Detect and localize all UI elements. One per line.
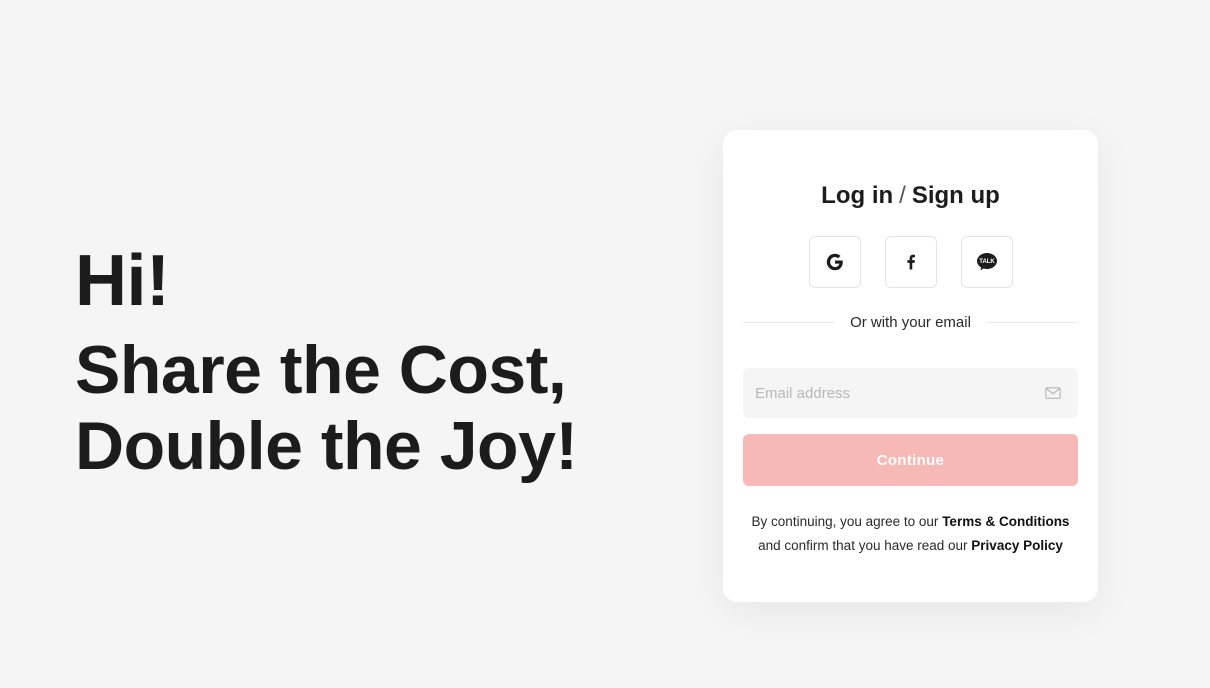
divider-line-left [743, 322, 835, 323]
email-divider: Or with your email [743, 314, 1078, 331]
terms-link[interactable]: Terms & Conditions [942, 514, 1069, 529]
kakaotalk-icon-text: TALK [979, 259, 995, 265]
kakaotalk-login-button[interactable]: TALK [960, 236, 1013, 288]
title-separator: / [899, 182, 906, 209]
legal-prefix: By continuing, you agree to our [751, 514, 939, 529]
mail-icon [1045, 387, 1061, 399]
hero-slogan: Share the Cost, Double the Joy! [75, 332, 675, 484]
card-title: Log in / Sign up [723, 182, 1098, 210]
google-login-button[interactable] [808, 236, 861, 288]
hero-section: Hi! Share the Cost, Double the Joy! [75, 238, 675, 484]
divider-text: Or with your email [850, 314, 971, 331]
google-icon [826, 253, 843, 271]
kakaotalk-icon: TALK [976, 253, 997, 271]
login-title: Log in [821, 182, 894, 209]
facebook-icon [906, 254, 915, 270]
continue-button[interactable]: Continue [743, 434, 1078, 486]
hero-slogan-line2: Double the Joy! [75, 408, 578, 484]
hero-greeting: Hi! [75, 241, 170, 321]
legal-line-1: By continuing, you agree to our Terms & … [723, 510, 1098, 534]
page: Hi! Share the Cost, Double the Joy! Log … [0, 0, 1210, 688]
legal-middle: and confirm that you have read our [758, 538, 968, 553]
divider-line-right [986, 322, 1078, 323]
legal-notice: By continuing, you agree to our Terms & … [723, 510, 1098, 558]
auth-card: Log in / Sign up TALK Or with your email… [723, 130, 1098, 602]
signup-title: Sign up [911, 182, 1000, 209]
legal-line-2: and confirm that you have read our Priva… [723, 534, 1098, 558]
email-field-wrapper [743, 368, 1078, 418]
email-input[interactable] [743, 368, 1078, 418]
privacy-link[interactable]: Privacy Policy [971, 538, 1063, 553]
hero-slogan-line1: Share the Cost, [75, 332, 567, 408]
social-login-row: TALK [723, 236, 1098, 288]
facebook-login-button[interactable] [884, 236, 937, 288]
